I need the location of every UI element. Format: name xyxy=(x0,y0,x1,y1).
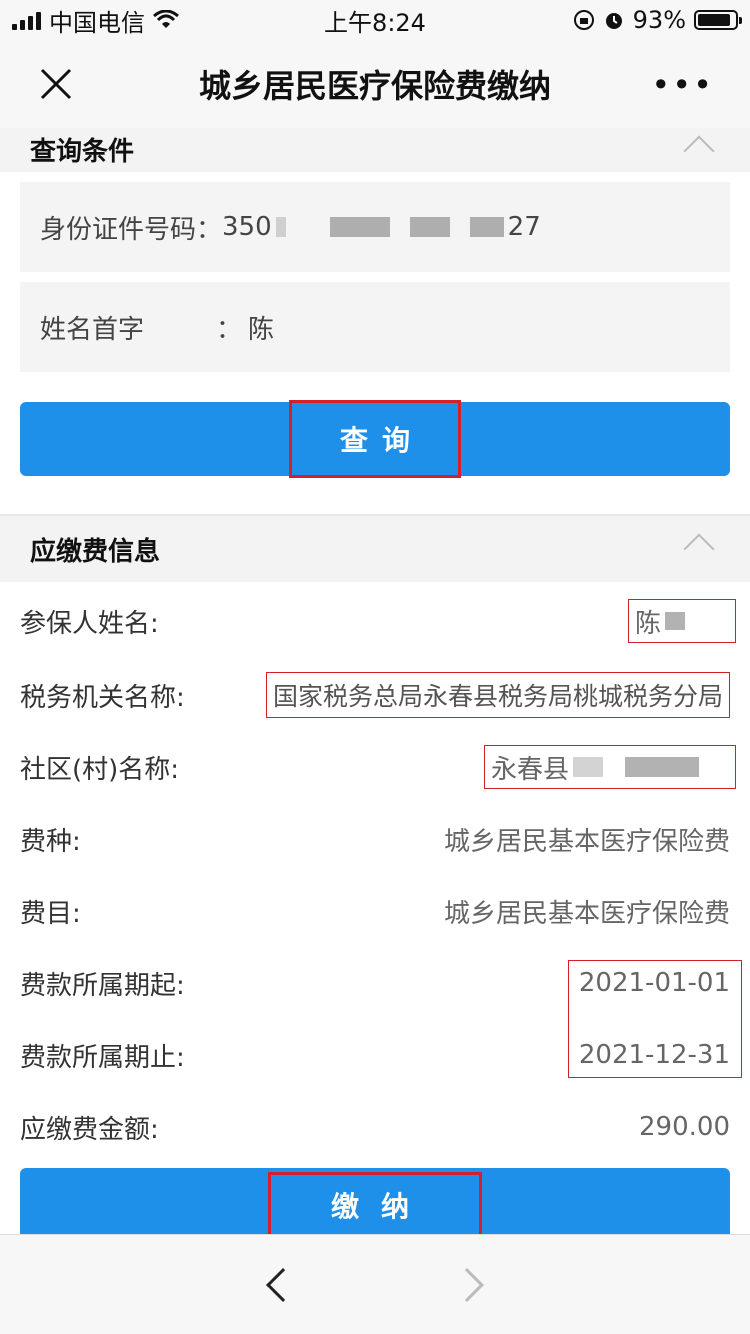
battery-icon xyxy=(694,10,742,30)
row-label: 应缴费金额: xyxy=(20,1114,159,1145)
row-value: 城乡居民基本医疗保险费 xyxy=(443,826,730,857)
page-title: 城乡居民医疗保险费缴纳 xyxy=(198,67,551,105)
info-panel: 参保人姓名: 陈 税务机关名称: 国家税务总局永春县税务局桃城税务分局 社区(村… xyxy=(0,582,750,1238)
query-panel: 身份证件号码： 350 27 姓名首字 ： 陈 查询 xyxy=(0,172,750,512)
community-row: 社区(村)名称: 永春县 xyxy=(20,742,736,792)
query-button-label: 查询 xyxy=(288,400,461,478)
signal-icon xyxy=(12,10,41,30)
alarm-icon xyxy=(605,13,622,29)
status-bar: 中国电信 上午8:24 93% xyxy=(0,0,750,40)
id-number-field[interactable]: 身份证件号码： 350 27 xyxy=(20,182,730,272)
name-initial-label: 姓名首字 xyxy=(40,314,145,345)
id-number-prefix: 350 xyxy=(222,212,272,242)
id-mask xyxy=(469,217,504,237)
row-value: 永春县 xyxy=(484,745,736,789)
query-section-header[interactable]: 查询条件 xyxy=(0,128,750,172)
fee-item-row: 费目: 城乡居民基本医疗保险费 xyxy=(20,886,730,936)
close-icon[interactable] xyxy=(36,64,76,104)
bottom-toolbar xyxy=(0,1234,750,1334)
forward-icon[interactable] xyxy=(450,1267,484,1302)
back-icon[interactable] xyxy=(266,1267,300,1302)
collapse-icon[interactable] xyxy=(683,533,715,565)
row-value: 290.00 xyxy=(639,1112,730,1142)
id-mask xyxy=(409,217,450,237)
row-value: 2021-01-01 xyxy=(578,968,730,998)
name-initial-colon: ： xyxy=(216,314,243,345)
amount-row: 应缴费金额: 290.00 xyxy=(20,1102,730,1152)
row-value: 2021-12-31 xyxy=(578,1040,730,1070)
row-value: 陈 xyxy=(628,599,736,643)
tax-office-row: 税务机关名称: 国家税务总局永春县税务局桃城税务分局 xyxy=(20,670,730,720)
name-initial-value: 陈 xyxy=(248,314,275,345)
row-label: 费款所属期止: xyxy=(20,1042,185,1073)
row-label: 费款所属期起: xyxy=(20,970,185,1001)
row-label: 费目: xyxy=(20,898,81,929)
id-mask xyxy=(275,217,286,237)
more-icon[interactable]: ••• xyxy=(651,66,714,104)
row-value: 城乡居民基本医疗保险费 xyxy=(443,898,730,929)
row-label: 社区(村)名称: xyxy=(20,754,180,785)
name-initial-field[interactable]: 姓名首字 ： 陈 xyxy=(20,282,730,372)
id-number-label: 身份证件号码： xyxy=(40,214,223,245)
info-section-title: 应缴费信息 xyxy=(30,536,161,567)
nav-bar: 城乡居民医疗保险费缴纳 ••• xyxy=(0,40,750,128)
row-label: 费种: xyxy=(20,826,81,857)
collapse-icon[interactable] xyxy=(683,135,715,167)
row-label: 税务机关名称: xyxy=(20,682,185,713)
query-section-title: 查询条件 xyxy=(30,137,135,167)
pay-button[interactable]: 缴纳 xyxy=(20,1168,730,1238)
carrier-name: 中国电信 xyxy=(49,8,145,37)
battery-percent: 93% xyxy=(632,6,686,34)
info-section-header[interactable]: 应缴费信息 xyxy=(0,514,750,582)
row-label: 参保人姓名: xyxy=(20,608,159,639)
fee-type-row: 费种: 城乡居民基本医疗保险费 xyxy=(20,814,730,864)
id-mask xyxy=(329,217,390,237)
rotation-lock-icon xyxy=(573,10,594,30)
period-end-row: 费款所属期止: 2021-12-31 xyxy=(20,1030,730,1080)
id-number-suffix: 27 xyxy=(507,212,541,242)
pay-button-label: 缴纳 xyxy=(267,1172,482,1238)
period-start-row: 费款所属期起: 2021-01-01 xyxy=(20,958,730,1008)
insured-name-row: 参保人姓名: 陈 xyxy=(20,596,736,646)
query-button[interactable]: 查询 xyxy=(20,400,730,478)
row-value: 国家税务总局永春县税务局桃城税务分局 xyxy=(265,672,730,718)
wifi-icon xyxy=(153,10,179,28)
